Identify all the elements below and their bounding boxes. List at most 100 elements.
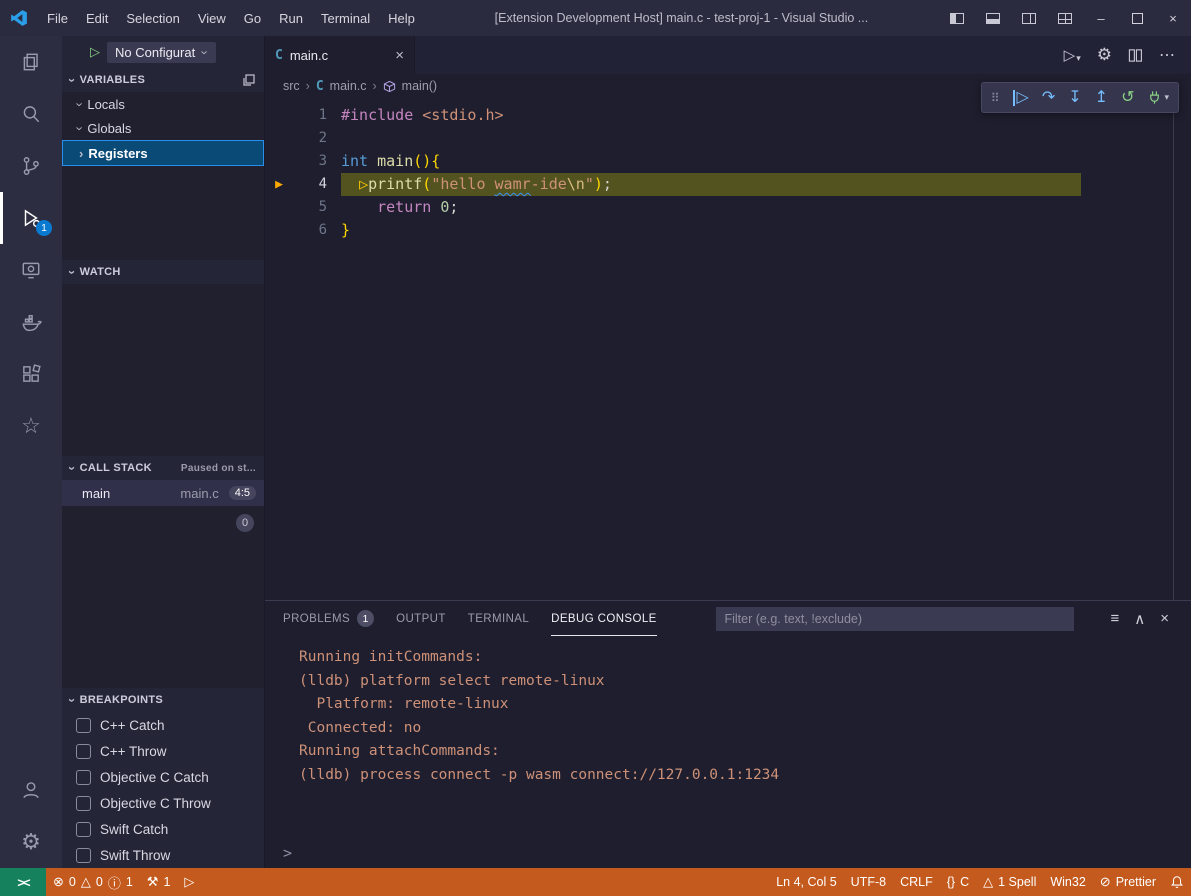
- step-over-button[interactable]: ↷: [1042, 90, 1055, 106]
- variables-locals[interactable]: › Locals: [62, 92, 264, 116]
- panel-tab-debug-console[interactable]: DEBUG CONSOLE: [551, 601, 657, 636]
- glyph-margin[interactable]: [265, 150, 293, 173]
- menu-run[interactable]: Run: [270, 0, 312, 36]
- code-line-2[interactable]: 2: [265, 127, 1191, 150]
- tab-close-icon[interactable]: ×: [395, 47, 404, 64]
- breakpoint-row-objective-c-throw[interactable]: Objective C Throw: [62, 790, 264, 816]
- panel-tab-output[interactable]: OUTPUT: [396, 601, 446, 636]
- glyph-margin[interactable]: [265, 127, 293, 150]
- watch-header[interactable]: › WATCH: [62, 260, 264, 284]
- variables-registers[interactable]: › Registers: [62, 140, 264, 166]
- maximize-panel-icon[interactable]: ∧: [1134, 610, 1145, 628]
- step-out-button[interactable]: ↥: [1095, 90, 1108, 106]
- tab-main-c[interactable]: C main.c ×: [265, 36, 415, 74]
- search-icon[interactable]: [0, 88, 62, 140]
- start-debug-icon[interactable]: ▷: [90, 44, 100, 60]
- remote-explorer-icon[interactable]: [0, 244, 62, 296]
- close-button[interactable]: ×: [1155, 0, 1191, 36]
- glyph-margin[interactable]: [265, 219, 293, 242]
- code-line-5[interactable]: 5 return 0;: [265, 196, 1191, 219]
- glyph-margin[interactable]: [265, 104, 293, 127]
- stack-frame-row[interactable]: main main.c 4:5: [62, 480, 264, 506]
- source-control-icon[interactable]: [0, 140, 62, 192]
- disconnect-button[interactable]: ▾: [1147, 90, 1169, 105]
- split-editor-icon[interactable]: [1128, 48, 1143, 63]
- breakpoint-row-c-throw[interactable]: C++ Throw: [62, 738, 264, 764]
- more-actions-icon[interactable]: ⋯: [1159, 45, 1175, 65]
- console-prompt[interactable]: >: [283, 844, 1191, 868]
- menu-view[interactable]: View: [189, 0, 235, 36]
- menu-terminal[interactable]: Terminal: [312, 0, 379, 36]
- line-text[interactable]: ▷printf("hello wamr-ide\n");: [341, 173, 1081, 196]
- line-text[interactable]: int main(){: [341, 150, 440, 173]
- current-line-arrow-icon[interactable]: ▶: [265, 173, 293, 196]
- settings-gear-icon[interactable]: ⚙: [0, 816, 62, 868]
- toggle-panel-icon[interactable]: [975, 0, 1011, 36]
- code-line-6[interactable]: 6}: [265, 219, 1191, 242]
- code-line-4[interactable]: ▶4 ▷printf("hello wamr-ide\n");: [265, 173, 1191, 196]
- toolchain-status[interactable]: ⚒1: [140, 868, 178, 896]
- code-editor[interactable]: 1#include <stdio.h>23int main(){▶4 ▷prin…: [265, 98, 1191, 600]
- breakpoint-checkbox[interactable]: [76, 770, 91, 785]
- breakpoint-checkbox[interactable]: [76, 848, 91, 863]
- menu-file[interactable]: File: [38, 0, 77, 36]
- breakpoint-row-swift-throw[interactable]: Swift Throw: [62, 842, 264, 868]
- breadcrumb-symbol[interactable]: main(): [402, 79, 437, 93]
- callstack-header[interactable]: › CALL STACK Paused on st...: [62, 456, 264, 480]
- encoding-indicator[interactable]: UTF-8: [844, 868, 893, 896]
- menu-selection[interactable]: Selection: [117, 0, 188, 36]
- toggle-sidebar-icon[interactable]: [939, 0, 975, 36]
- menu-help[interactable]: Help: [379, 0, 424, 36]
- notifications-bell-icon[interactable]: [1163, 868, 1191, 896]
- filter-options-icon[interactable]: ≡: [1110, 610, 1119, 627]
- cursor-position[interactable]: Ln 4, Col 5: [769, 868, 843, 896]
- formatter-status[interactable]: ⊘Prettier: [1093, 868, 1163, 896]
- account-icon[interactable]: [0, 764, 62, 816]
- extensions-icon[interactable]: [0, 348, 62, 400]
- variables-header[interactable]: › VARIABLES: [62, 68, 264, 92]
- breadcrumb-folder[interactable]: src: [283, 79, 300, 93]
- problems-status[interactable]: ⊗0 △0 ⓘ1: [46, 868, 140, 896]
- eol-indicator[interactable]: CRLF: [893, 868, 940, 896]
- breakpoint-checkbox[interactable]: [76, 718, 91, 733]
- maximize-button[interactable]: [1119, 0, 1155, 36]
- debug-config-dropdown[interactable]: No Configurat ›: [107, 42, 216, 63]
- breakpoint-row-c-catch[interactable]: C++ Catch: [62, 712, 264, 738]
- remote-indicator[interactable]: ><: [0, 868, 46, 896]
- breakpoint-checkbox[interactable]: [76, 744, 91, 759]
- continue-button[interactable]: ▷: [1013, 90, 1029, 106]
- debug-status-icon[interactable]: ▷: [177, 868, 201, 896]
- minimize-button[interactable]: –: [1083, 0, 1119, 36]
- panel-tab-terminal[interactable]: TERMINAL: [468, 601, 529, 636]
- language-mode[interactable]: {} C: [940, 868, 976, 896]
- breakpoints-header[interactable]: › BREAKPOINTS: [62, 688, 264, 712]
- breakpoint-checkbox[interactable]: [76, 796, 91, 811]
- breakpoint-checkbox[interactable]: [76, 822, 91, 837]
- collapse-all-icon[interactable]: [242, 73, 256, 87]
- variables-globals[interactable]: › Globals: [62, 116, 264, 140]
- run-file-button[interactable]: ▷▾: [1064, 46, 1081, 64]
- code-line-3[interactable]: 3int main(){: [265, 150, 1191, 173]
- star-icon[interactable]: ☆: [0, 400, 62, 452]
- docker-icon[interactable]: [0, 296, 62, 348]
- restart-button[interactable]: ↺: [1121, 90, 1134, 106]
- menu-go[interactable]: Go: [235, 0, 270, 36]
- close-panel-icon[interactable]: ×: [1160, 610, 1169, 627]
- toolchain-gear-icon[interactable]: ⚙: [1097, 45, 1112, 65]
- line-text[interactable]: }: [341, 219, 350, 242]
- panel-tab-problems[interactable]: PROBLEMS1: [283, 601, 374, 636]
- glyph-margin[interactable]: [265, 196, 293, 219]
- line-text[interactable]: return 0;: [341, 196, 458, 219]
- toggle-secondary-sidebar-icon[interactable]: [1011, 0, 1047, 36]
- step-into-button[interactable]: ↧: [1068, 90, 1081, 106]
- debug-console[interactable]: Running initCommands:(lldb) platform sel…: [265, 636, 1191, 868]
- line-text[interactable]: #include <stdio.h>: [341, 104, 504, 127]
- customize-layout-icon[interactable]: [1047, 0, 1083, 36]
- spell-status[interactable]: △1 Spell: [976, 868, 1043, 896]
- breakpoint-row-objective-c-catch[interactable]: Objective C Catch: [62, 764, 264, 790]
- breadcrumb-file[interactable]: main.c: [330, 79, 367, 93]
- explorer-icon[interactable]: [0, 36, 62, 88]
- console-filter-input[interactable]: [716, 607, 1074, 631]
- breakpoint-row-swift-catch[interactable]: Swift Catch: [62, 816, 264, 842]
- drag-grip-icon[interactable]: ⠿: [991, 91, 1000, 105]
